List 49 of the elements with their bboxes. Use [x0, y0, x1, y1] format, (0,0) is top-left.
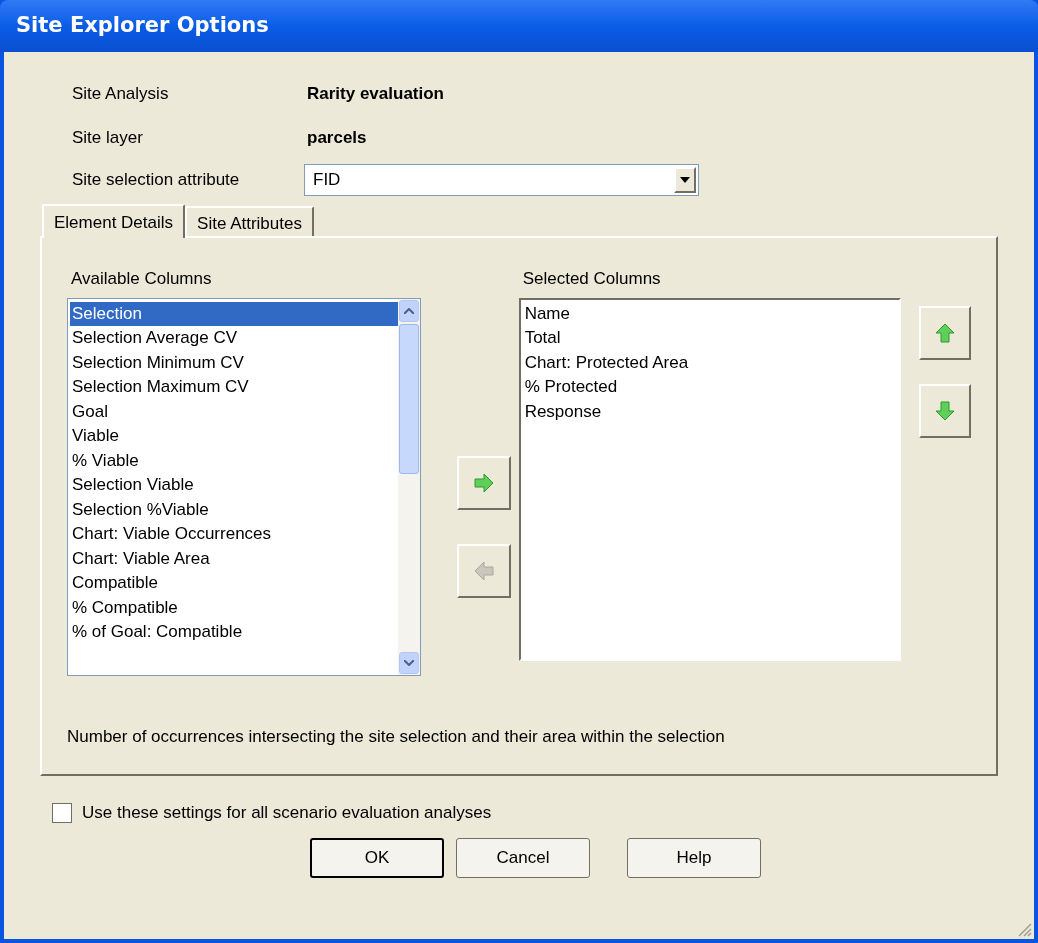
list-item[interactable]: % of Goal: Compatible	[70, 620, 398, 645]
list-item[interactable]: Selection	[70, 301, 398, 326]
field-value: parcels	[307, 127, 367, 150]
list-item[interactable]: Viable	[70, 424, 398, 449]
dialog-button[interactable]: Cancel	[456, 837, 590, 878]
list-item[interactable]: Selection %Viable	[70, 497, 398, 522]
tab[interactable]: Site Attributes	[185, 206, 314, 236]
up-arrow-icon	[934, 322, 956, 344]
window-title: Site Explorer Options	[16, 12, 269, 40]
list-label: Available Columns	[70, 268, 213, 290]
field-label: Site layer	[72, 127, 144, 150]
scrollbar[interactable]	[397, 298, 420, 675]
checkbox-label: Use these settings for all scenario evaluation analyses	[82, 802, 492, 824]
order-button[interactable]	[919, 306, 971, 360]
list-item[interactable]: Chart: Viable Occurrences	[70, 522, 398, 547]
resize-grip-icon	[1016, 921, 1032, 937]
selected-columns-list[interactable]: Name Total Chart: Protected Area % Protected Response	[518, 297, 901, 661]
checkbox[interactable]	[52, 802, 72, 823]
move-button[interactable]	[456, 456, 511, 510]
field-label: Site Analysis	[72, 83, 170, 106]
list-label: Selected Columns	[521, 268, 662, 290]
list-item[interactable]: Chart: Protected Area	[524, 350, 899, 375]
list-item[interactable]: Chart: Viable Area	[70, 546, 398, 571]
list-item[interactable]: Goal	[70, 399, 398, 424]
list-item[interactable]: Selection Viable	[70, 473, 398, 498]
field-label: Site selection attribute	[72, 169, 241, 192]
order-button[interactable]	[919, 384, 971, 438]
list-item[interactable]: Selection Maximum CV	[70, 375, 398, 400]
list-item[interactable]: Selection Average CV	[70, 326, 398, 351]
list-item[interactable]: Selection Minimum CV	[70, 350, 398, 375]
field-value: Rarity evaluation	[307, 83, 444, 106]
list-item[interactable]: Name	[524, 301, 899, 326]
tab[interactable]: Element Details	[42, 204, 186, 238]
scroll-up-icon[interactable]	[403, 307, 414, 314]
available-columns-list[interactable]	[67, 297, 421, 676]
arrow-icon	[472, 472, 495, 494]
dialog-button[interactable]: OK	[310, 837, 444, 878]
arrow-icon	[472, 560, 495, 582]
list-item[interactable]: % Compatible	[70, 595, 398, 620]
dialog-button[interactable]: Help	[627, 837, 761, 878]
list-item[interactable]: Compatible	[70, 571, 398, 596]
scroll-down-icon[interactable]	[403, 659, 414, 666]
attribute-dropdown[interactable]: FID	[304, 164, 699, 196]
list-item[interactable]: Total	[524, 326, 899, 351]
list-item[interactable]: % Protected	[524, 375, 899, 400]
list-item[interactable]: Response	[524, 399, 899, 424]
description-text: Number of occurrences intersecting the site selection and their area within the selection	[67, 725, 726, 748]
list-item[interactable]: % Viable	[70, 448, 398, 473]
down-arrow-icon	[934, 400, 956, 422]
